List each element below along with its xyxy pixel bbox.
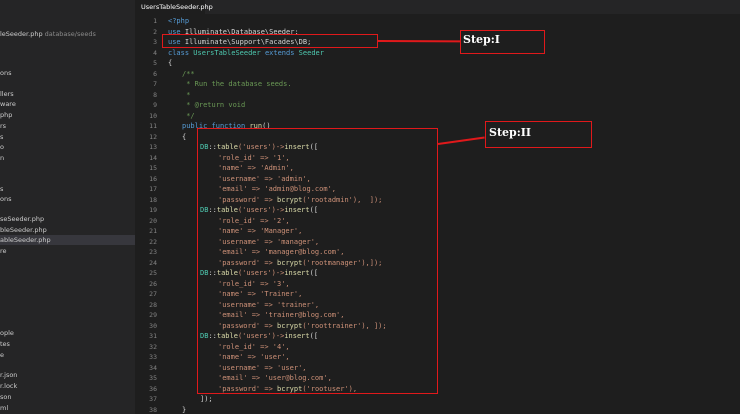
code-line: *	[182, 90, 191, 99]
open-editor-item[interactable]: leSeeder.php database/seeds	[0, 24, 135, 44]
line-number: 20	[149, 216, 157, 225]
explorer-item[interactable]: php	[0, 110, 135, 120]
explorer-item[interactable]: bleSeeder.php	[0, 225, 135, 235]
code-line: * Run the database seeds.	[182, 80, 292, 88]
line-number: 31	[149, 332, 157, 340]
line-number-gutter: 1 2 3 4 5 6 7 8 9 10 11 12 13 14 15 16 1…	[135, 14, 157, 414]
explorer-sidebar: leSeeder.php database/seeds ons llers wa…	[0, 0, 135, 414]
line-number: 9	[153, 101, 157, 109]
line-number: 21	[149, 227, 157, 235]
step2-label: Step:II	[489, 126, 532, 139]
step2-highlight-box	[197, 128, 438, 394]
line-number: 6	[153, 69, 157, 78]
code-line: }	[182, 405, 187, 414]
line-number: 11	[149, 122, 157, 130]
line-number: 30	[149, 321, 157, 330]
line-number: 5	[153, 59, 157, 67]
explorer-item[interactable]: tes	[0, 339, 135, 349]
line-number: 13	[149, 143, 157, 151]
code-line: {	[168, 59, 173, 67]
code-line: /**	[182, 69, 195, 78]
line-number: 17	[149, 185, 157, 193]
explorer-item[interactable]: r.json	[0, 370, 135, 380]
line-number: 29	[149, 311, 157, 319]
line-number: 27	[149, 290, 157, 298]
explorer-item[interactable]: ople	[0, 328, 135, 338]
tab-users-table-seeder[interactable]: UsersTableSeeder.php	[135, 0, 213, 14]
line-number: 37	[149, 395, 157, 403]
line-number: 22	[149, 237, 157, 246]
line-number: 23	[149, 248, 157, 256]
explorer-item[interactable]: ml	[0, 403, 135, 413]
code-line: */	[182, 111, 195, 120]
line-number: 2	[153, 27, 157, 36]
line-number: 10	[149, 111, 157, 120]
open-file-name: leSeeder.php	[0, 30, 43, 38]
explorer-item[interactable]: r.lock	[0, 381, 135, 391]
explorer-item[interactable]: seSeeder.php	[0, 214, 135, 224]
line-number: 16	[149, 174, 157, 183]
line-number: 36	[149, 384, 157, 393]
line-number: 35	[149, 374, 157, 382]
line-number: 8	[153, 90, 157, 99]
line-number: 4	[153, 48, 157, 57]
code-line: * @return void	[182, 101, 246, 109]
line-number: 33	[149, 353, 157, 361]
line-number: 28	[149, 300, 157, 309]
explorer-item[interactable]: re	[0, 246, 135, 256]
explorer-item[interactable]: o	[0, 142, 135, 152]
code-line: <?php	[168, 17, 190, 25]
line-number: 14	[149, 153, 157, 162]
step1-label: Step:I	[463, 33, 500, 46]
line-number: 12	[149, 132, 157, 141]
explorer-item[interactable]: ons	[0, 68, 135, 78]
step1-highlight-box	[162, 34, 378, 48]
line-number: 38	[149, 405, 157, 414]
line-number: 32	[149, 342, 157, 351]
explorer-item[interactable]: s	[0, 132, 135, 142]
open-file-path: database/seeds	[44, 30, 96, 38]
code-line: class UsersTableSeeder extends Seeder	[168, 48, 324, 57]
explorer-item[interactable]: s	[0, 184, 135, 194]
explorer-item[interactable]: rs	[0, 121, 135, 131]
code-line: {	[182, 132, 187, 141]
line-number: 26	[149, 279, 157, 288]
line-number: 34	[149, 363, 157, 372]
explorer-item-active[interactable]: ableSeeder.php	[0, 235, 135, 245]
line-number: 3	[153, 38, 157, 46]
line-number: 19	[149, 206, 157, 214]
explorer-item[interactable]: n	[0, 153, 135, 163]
line-number: 25	[149, 269, 157, 277]
explorer-item[interactable]: llers	[0, 89, 135, 99]
line-number: 24	[149, 258, 157, 267]
line-number: 15	[149, 164, 157, 172]
explorer-item[interactable]: ons	[0, 194, 135, 204]
line-number: 1	[153, 17, 157, 25]
explorer-item[interactable]: son	[0, 392, 135, 402]
code-line: ]);	[200, 395, 213, 403]
line-number: 18	[149, 195, 157, 204]
line-number: 7	[153, 80, 157, 88]
editor-tab-bar: UsersTableSeeder.php	[135, 0, 740, 14]
explorer-item[interactable]: e	[0, 350, 135, 360]
explorer-item[interactable]: ware	[0, 99, 135, 109]
